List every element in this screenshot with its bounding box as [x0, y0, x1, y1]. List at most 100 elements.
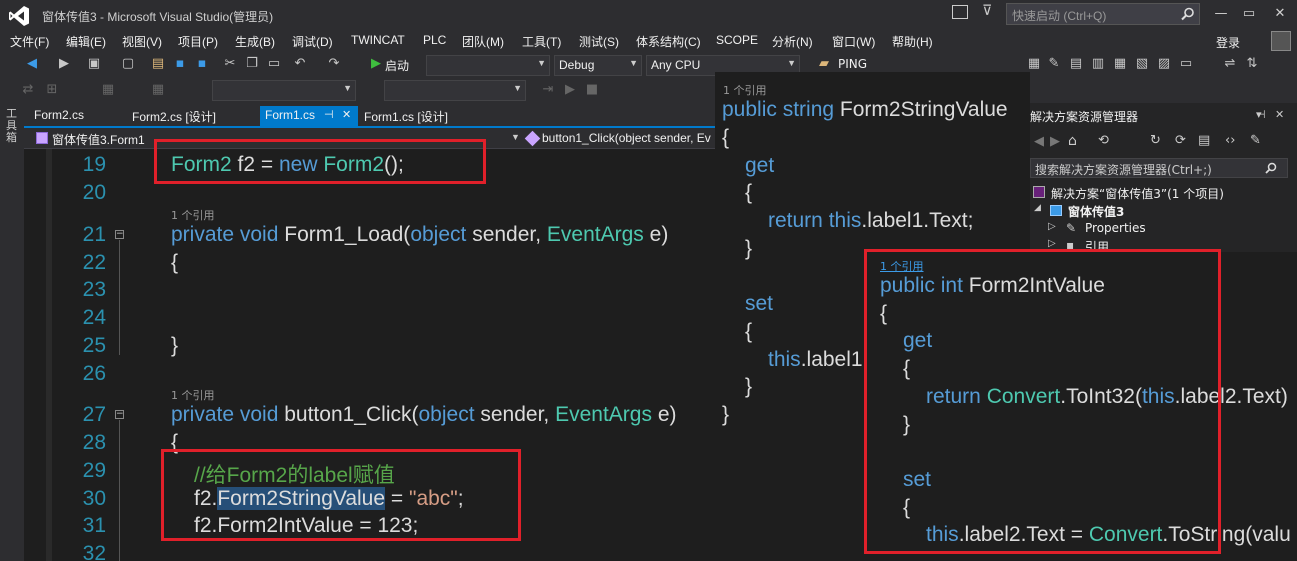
menu-twincat[interactable]: TWINCAT [351, 33, 405, 47]
menu-help[interactable]: 帮助(H) [892, 33, 933, 50]
sync-icon[interactable]: ↻ [1150, 133, 1161, 148]
undo-icon[interactable]: ↶ [292, 56, 308, 72]
menu-build[interactable]: 生成(B) [235, 33, 275, 50]
feedback-icon[interactable] [952, 5, 968, 19]
toolbar-tool-icon-5[interactable]: ▧ [1134, 56, 1150, 72]
pin-tab-icon[interactable]: ⊣ [324, 108, 334, 121]
solution-search-input[interactable]: 搜索解决方案资源管理器(Ctrl+;) [1030, 158, 1288, 178]
maximize-button[interactable]: ▭ [1239, 5, 1259, 23]
toolbar2-play-icon[interactable]: ▶ [562, 82, 578, 98]
quick-launch-input[interactable]: 快速启动 (Ctrl+Q) [1006, 3, 1200, 25]
chevron-down-icon[interactable]: ▼ [511, 132, 520, 142]
class-dropdown[interactable]: 窗体传值3.Form1 [52, 131, 145, 148]
code-line-22[interactable]: { [171, 251, 178, 275]
menu-debug[interactable]: 调试(D) [292, 33, 333, 50]
toolbar-tool-icon-7[interactable]: ▭ [1178, 56, 1194, 72]
sign-in-link[interactable]: 登录 [1216, 34, 1240, 51]
wrench-icon[interactable]: ✎ [1046, 56, 1062, 72]
tab-form1-cs-label[interactable]: Form1.cs [265, 108, 315, 122]
ping-label[interactable]: PING [838, 57, 867, 71]
member-dropdown[interactable]: button1_Click(object sender, Ev [542, 131, 711, 145]
menu-team[interactable]: 团队(M) [462, 33, 504, 50]
configuration-combo[interactable]: Debug ▼ [554, 55, 642, 76]
menu-scope[interactable]: SCOPE [716, 33, 758, 47]
forward-icon[interactable]: ▶ [1050, 134, 1060, 149]
toolbar-tool-icon-3[interactable]: ▥ [1090, 56, 1106, 72]
properties-node[interactable]: Properties [1085, 221, 1146, 235]
toolbar-tool-icon-6[interactable]: ▨ [1156, 56, 1172, 72]
search-icon[interactable] [1265, 162, 1277, 174]
toolbar-tool-icon-9[interactable]: ⇅ [1244, 56, 1260, 72]
properties-wrench-icon[interactable]: ✎ [1250, 133, 1261, 148]
forward-icon[interactable]: ▶ [56, 56, 72, 72]
code-line-25[interactable]: } [171, 334, 178, 358]
reference-count-link[interactable]: 1 个引用 [171, 387, 215, 403]
collapse-region-icon[interactable]: − [115, 410, 124, 419]
close-window-button[interactable]: ✕ [1270, 5, 1290, 23]
open-file-icon[interactable]: ▤ [150, 56, 166, 72]
toolbar-tool-icon-8[interactable]: ⇌ [1222, 56, 1238, 72]
toolbar-tool-icon-4[interactable]: ▦ [1112, 56, 1128, 72]
history-icon[interactable]: ⟲ [1098, 133, 1109, 148]
menu-test[interactable]: 测试(S) [579, 33, 619, 50]
project-node[interactable]: 窗体传值3 [1068, 203, 1124, 220]
toolbar-tool-icon-1[interactable]: ▦ [1026, 56, 1042, 72]
back-icon[interactable]: ◀ [24, 56, 40, 72]
menu-file[interactable]: 文件(F) [10, 33, 49, 50]
new-item-icon[interactable]: ▢ [120, 56, 136, 72]
tab-form1-design[interactable]: Form1.cs [设计] [364, 108, 448, 125]
toolbar2-stop-icon[interactable]: ■ [584, 82, 600, 98]
code-line-21[interactable]: private void Form1_Load(object sender, E… [171, 223, 668, 247]
cut-icon[interactable]: ✂ [222, 56, 238, 72]
filter-icon[interactable]: ⊽ [982, 3, 992, 19]
pin-panel-icon[interactable]: ⊣ [1256, 108, 1266, 121]
toolbar2-combo-1[interactable]: ▼ [212, 80, 356, 101]
expand-arrow-icon[interactable]: ▷ [1048, 238, 1056, 249]
collapse-all-icon[interactable]: ▤ [1198, 133, 1210, 148]
toolbar2-icon-3[interactable]: ▦ [100, 82, 116, 98]
toolbar2-icon-2[interactable]: ⊞ [44, 82, 60, 98]
solution-node[interactable]: 解决方案“窗体传值3”(1 个项目) [1051, 185, 1224, 202]
search-icon[interactable] [1181, 7, 1195, 21]
code-line-27[interactable]: private void button1_Click(object sender… [171, 403, 677, 427]
menu-architecture[interactable]: 体系结构(C) [636, 33, 701, 50]
new-project-icon[interactable]: ▣ [86, 56, 102, 72]
menu-tools[interactable]: 工具(T) [522, 33, 561, 50]
toolbar2-combo-2[interactable]: ▼ [384, 80, 526, 101]
debug-target-combo[interactable]: ▼ [426, 55, 550, 76]
reference-count-link[interactable]: 1 个引用 [171, 207, 215, 223]
save-all-icon[interactable]: ▪ [194, 56, 210, 72]
tab-form2-cs[interactable]: Form2.cs [34, 108, 84, 122]
avatar[interactable] [1271, 31, 1291, 51]
start-debug-icon[interactable]: ▶ [368, 56, 384, 72]
toolbox-tab[interactable]: 工具箱 [6, 108, 18, 144]
code-view-icon[interactable]: ‹› [1225, 133, 1235, 148]
start-label[interactable]: 启动 [385, 57, 409, 74]
save-icon[interactable]: ▪ [172, 56, 188, 72]
expand-arrow-icon[interactable]: ▷ [1048, 221, 1056, 232]
ping-icon[interactable]: ▰ [816, 56, 832, 72]
menu-project[interactable]: 项目(P) [178, 33, 218, 50]
tab-form2-design[interactable]: Form2.cs [设计] [132, 108, 216, 125]
back-icon[interactable]: ◀ [1034, 134, 1044, 149]
home-icon[interactable]: ⌂ [1068, 133, 1077, 149]
menu-edit[interactable]: 编辑(E) [66, 33, 106, 50]
collapse-region-icon[interactable]: − [115, 230, 124, 239]
copy-icon[interactable]: ❐ [244, 56, 260, 72]
paste-icon[interactable]: ▭ [266, 56, 282, 72]
close-panel-icon[interactable]: ✕ [1275, 108, 1284, 121]
menu-window[interactable]: 窗口(W) [832, 33, 875, 50]
close-tab-icon[interactable]: ✕ [342, 108, 351, 121]
minimize-button[interactable]: — [1211, 5, 1231, 23]
toolbar-tool-icon-2[interactable]: ▤ [1068, 56, 1084, 72]
menu-view[interactable]: 视图(V) [122, 33, 162, 50]
redo-icon[interactable]: ↷ [326, 56, 342, 72]
toolbar2-icon-1[interactable]: ⇄ [20, 82, 36, 98]
toolbar2-icon-5[interactable]: ⇥ [540, 82, 556, 98]
reference-count-link[interactable]: 1 个引用 [723, 82, 767, 98]
refresh-icon[interactable]: ⟳ [1175, 133, 1186, 148]
expand-arrow-icon[interactable]: ◢ [1034, 203, 1041, 213]
toolbar2-icon-4[interactable]: ▦ [150, 82, 166, 98]
menu-plc[interactable]: PLC [423, 33, 446, 47]
menu-analyze[interactable]: 分析(N) [772, 33, 813, 50]
